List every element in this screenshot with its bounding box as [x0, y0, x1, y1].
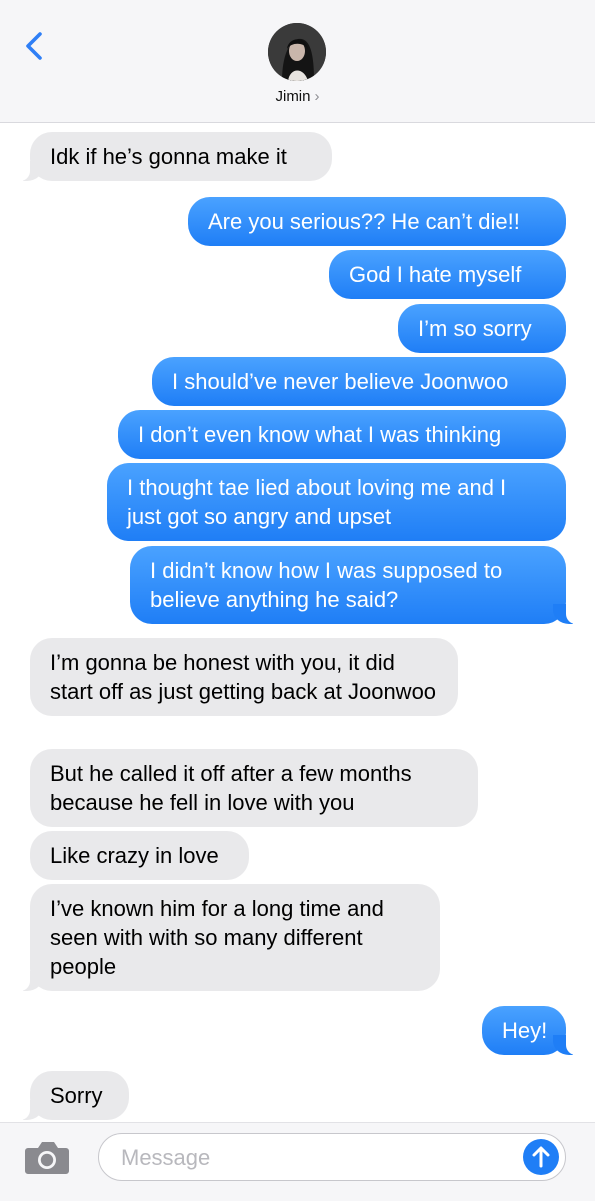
message-text: Sorry — [50, 1083, 103, 1108]
outgoing-message[interactable]: Are you serious?? He can’t die!! — [188, 197, 566, 246]
message-text: I thought tae lied about loving me and I… — [127, 475, 507, 529]
incoming-message[interactable]: Like crazy in love — [30, 831, 249, 880]
contact-name: Jimin — [275, 88, 311, 105]
conversation-header: Jimin › — [0, 0, 595, 123]
message-list[interactable]: Idk if he’s gonna make it Are you seriou… — [0, 122, 595, 1122]
chevron-right-icon: › — [314, 88, 320, 105]
camera-icon[interactable] — [24, 1139, 70, 1175]
contact-photo — [268, 23, 326, 81]
message-text: I should’ve never believe Joonwoo — [172, 369, 509, 394]
message-input[interactable] — [119, 1143, 503, 1173]
outgoing-message[interactable]: I thought tae lied about loving me and I… — [107, 463, 566, 541]
incoming-message[interactable]: Sorry — [20, 1071, 129, 1120]
send-arrow-icon — [532, 1146, 550, 1168]
outgoing-message[interactable]: Hey! — [482, 1006, 576, 1055]
message-text: I’m gonna be honest with you, it did sta… — [50, 650, 437, 704]
outgoing-message[interactable]: God I hate myself — [329, 250, 566, 299]
message-field[interactable] — [98, 1133, 566, 1181]
message-text: Idk if he’s gonna make it — [50, 144, 287, 169]
message-text: But he called it off after a few months … — [50, 761, 412, 815]
message-text: I didn’t know how I was supposed to beli… — [150, 558, 503, 612]
contact-name-button[interactable]: Jimin › — [0, 88, 595, 105]
message-text: I’ve known him for a long time and seen … — [50, 896, 384, 979]
message-text: God I hate myself — [349, 262, 522, 287]
send-button[interactable] — [523, 1139, 559, 1175]
avatar[interactable] — [268, 23, 326, 81]
outgoing-message[interactable]: I didn’t know how I was supposed to beli… — [130, 546, 576, 624]
incoming-message[interactable]: But he called it off after a few months … — [30, 749, 478, 827]
incoming-message[interactable]: I’ve known him for a long time and seen … — [20, 884, 440, 991]
message-text: I’m so sorry — [418, 316, 532, 341]
message-text: I don’t even know what I was thinking — [138, 422, 502, 447]
outgoing-message[interactable]: I should’ve never believe Joonwoo — [152, 357, 566, 406]
message-text: Hey! — [502, 1018, 548, 1043]
incoming-message[interactable]: Idk if he’s gonna make it — [20, 132, 332, 181]
incoming-message[interactable]: I’m gonna be honest with you, it did sta… — [30, 638, 458, 716]
back-chevron-icon[interactable] — [18, 28, 52, 64]
outgoing-message[interactable]: I don’t even know what I was thinking — [118, 410, 566, 459]
message-composer — [0, 1122, 595, 1201]
message-text: Are you serious?? He can’t die!! — [208, 209, 520, 234]
outgoing-message[interactable]: I’m so sorry — [398, 304, 566, 353]
message-text: Like crazy in love — [50, 843, 219, 868]
